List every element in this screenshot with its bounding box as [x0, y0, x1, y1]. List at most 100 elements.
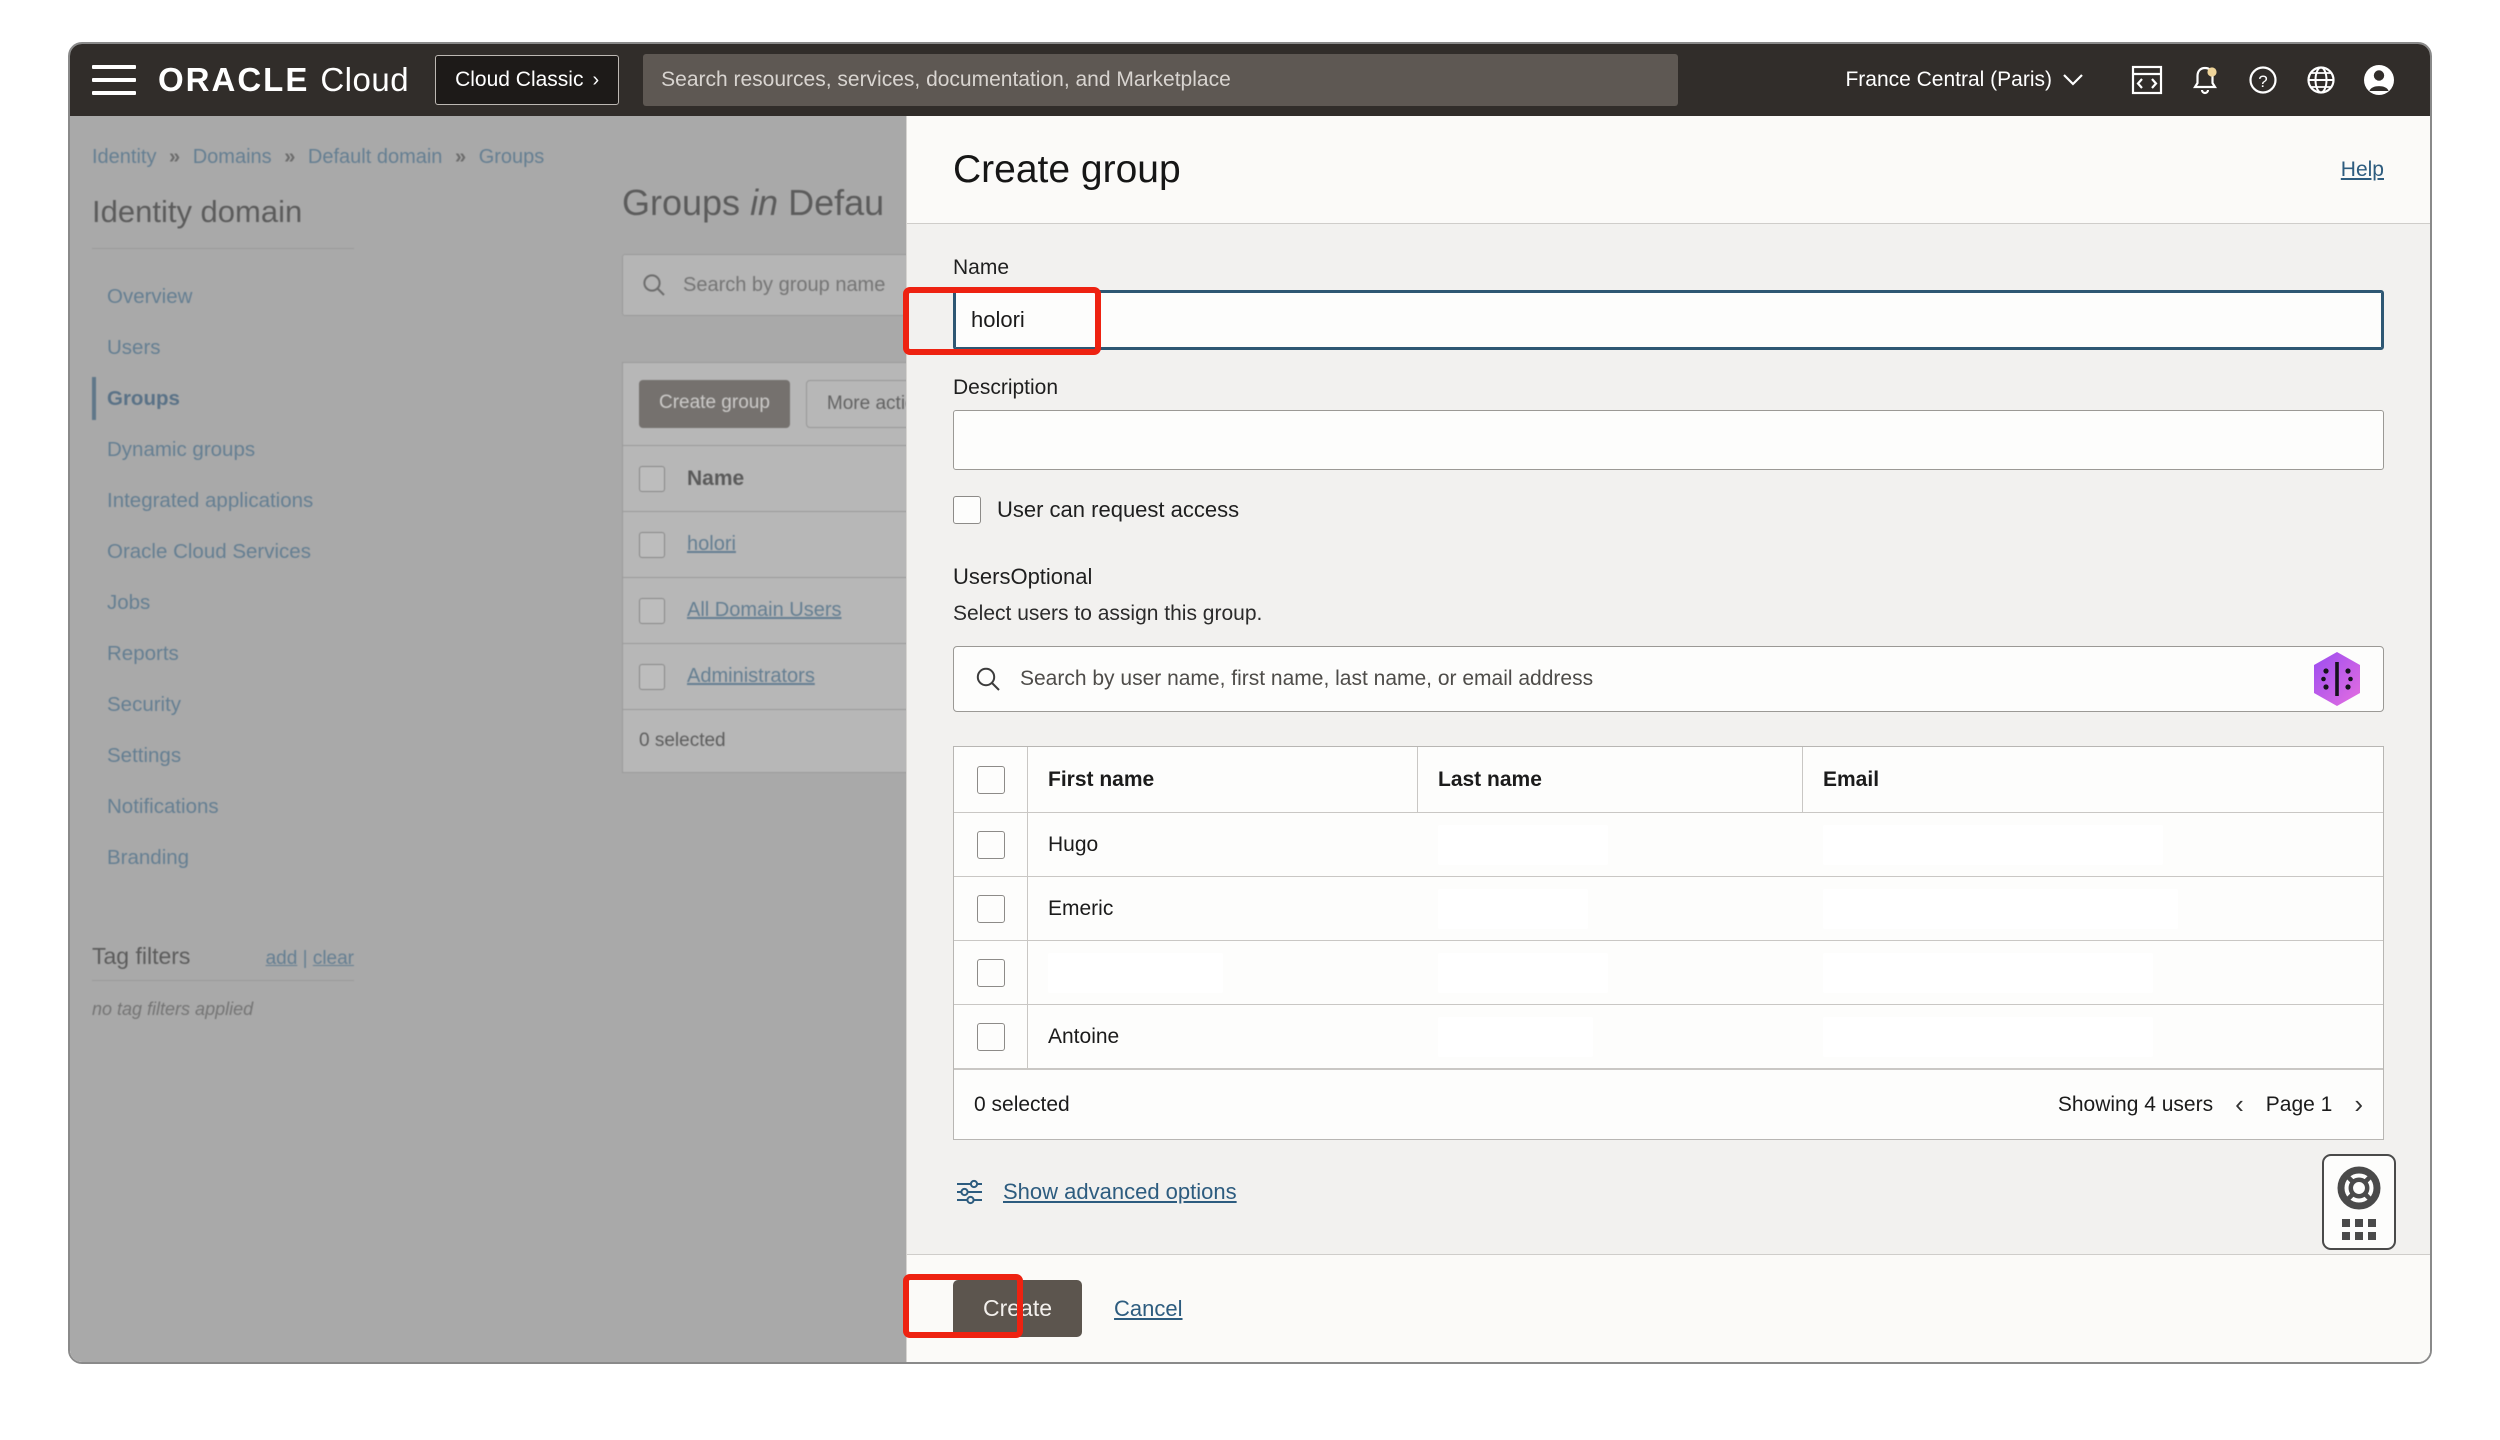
table-row[interactable]: [954, 941, 2383, 1005]
apps-grid-icon[interactable]: [2342, 1218, 2376, 1240]
global-header: ORACLE Cloud Cloud Classic › France Cent…: [70, 44, 2430, 116]
tag-filters-header: Tag filters add | clear: [92, 943, 354, 980]
help-question-icon[interactable]: ?: [2234, 51, 2292, 109]
user-avatar-icon[interactable]: [2350, 51, 2408, 109]
cancel-link[interactable]: Cancel: [1114, 1296, 1182, 1322]
create-group-panel: Create group Help Name Description User: [906, 116, 2430, 1362]
row-checkbox-cell[interactable]: [954, 877, 1028, 940]
table-row[interactable]: Antoine: [954, 1005, 2383, 1069]
row-checkbox-cell[interactable]: [954, 813, 1028, 876]
row-checkbox[interactable]: [639, 663, 665, 690]
description-label: Description: [953, 376, 1059, 399]
sidebar-item-jobs[interactable]: Jobs: [92, 577, 354, 628]
select-all-users-cell[interactable]: [954, 747, 1028, 812]
breadcrumb-item-domains[interactable]: Domains: [193, 146, 272, 168]
sidebar-item-reports[interactable]: Reports: [92, 628, 354, 679]
users-table-header: First name Last name Email: [954, 747, 2383, 813]
description-input[interactable]: [953, 410, 2384, 470]
identity-domain-sidebar: Identity domain Overview Users Groups Dy…: [92, 194, 354, 1020]
breadcrumb-item-groups[interactable]: Groups: [479, 146, 545, 168]
sidebar-item-oracle-cloud-services[interactable]: Oracle Cloud Services: [92, 526, 354, 577]
create-button[interactable]: Create: [953, 1280, 1083, 1337]
cloud-shell-icon[interactable]: [2118, 51, 2176, 109]
group-name-link[interactable]: All Domain Users: [687, 599, 841, 622]
cell-email: [1803, 877, 2383, 940]
region-selector[interactable]: France Central (Paris): [1845, 68, 2084, 92]
row-checkbox[interactable]: [976, 830, 1005, 859]
cell-first-name: Antoine: [1048, 1024, 1120, 1048]
next-page-icon[interactable]: ›: [2354, 1089, 2363, 1120]
cell-email: [1803, 941, 2383, 1004]
sidebar-item-integrated-applications[interactable]: Integrated applications: [92, 475, 354, 526]
prev-page-icon[interactable]: ‹: [2235, 1089, 2244, 1120]
row-checkbox-cell[interactable]: [954, 941, 1028, 1004]
background-page-content: Identity » Domains » Default domain » Gr…: [70, 116, 952, 1362]
sidebar-item-groups[interactable]: Groups: [92, 373, 354, 424]
help-widget[interactable]: [2322, 1154, 2396, 1250]
breadcrumb-separator: »: [455, 146, 467, 168]
user-can-request-access-checkbox[interactable]: [953, 496, 981, 524]
sidebar-item-dynamic-groups[interactable]: Dynamic groups: [92, 424, 354, 475]
users-section-label: UsersOptional: [953, 564, 2384, 590]
sidebar-item-users[interactable]: Users: [92, 322, 354, 373]
redacted-value: [1438, 888, 1588, 929]
show-advanced-options-link[interactable]: Show advanced options: [1003, 1179, 1237, 1205]
hamburger-icon[interactable]: [92, 65, 136, 95]
name-input[interactable]: [953, 290, 2384, 350]
notifications-bell-icon[interactable]: [2176, 51, 2234, 109]
page-title-italic: in: [750, 182, 779, 223]
dimmed-backdrop[interactable]: Identity » Domains » Default domain » Gr…: [70, 116, 952, 1362]
user-search-input[interactable]: [1020, 667, 2293, 691]
table-row[interactable]: Emeric: [954, 877, 2383, 941]
sidebar-item-branding[interactable]: Branding: [92, 832, 354, 883]
language-globe-icon[interactable]: [2292, 51, 2350, 109]
tag-filters-title: Tag filters: [92, 943, 191, 969]
cell-email: [1803, 813, 2383, 876]
table-row[interactable]: holori: [623, 511, 951, 577]
tag-filters-empty-note: no tag filters applied: [92, 999, 254, 1019]
holori-hex-badge-icon[interactable]: [2311, 651, 2363, 707]
browser-window: ORACLE Cloud Cloud Classic › France Cent…: [68, 42, 2432, 1364]
breadcrumb-item-identity[interactable]: Identity: [92, 146, 156, 168]
table-row[interactable]: All Domain Users: [623, 577, 951, 643]
user-can-request-access-row[interactable]: User can request access: [953, 496, 2384, 524]
sidebar-item-settings[interactable]: Settings: [92, 730, 354, 781]
svg-text:?: ?: [2258, 72, 2267, 91]
row-checkbox[interactable]: [639, 597, 665, 624]
sidebar-item-notifications[interactable]: Notifications: [92, 781, 354, 832]
groups-toolbar: Create group More actio: [623, 363, 951, 445]
group-name-link[interactable]: Administrators: [687, 665, 815, 688]
table-row[interactable]: Hugo: [954, 813, 2383, 877]
redacted-value: [1823, 1016, 2153, 1057]
select-all-checkbox[interactable]: [639, 465, 665, 492]
tag-filters-clear-link[interactable]: clear: [313, 948, 354, 969]
breadcrumb-separator: »: [284, 146, 296, 168]
row-checkbox-cell[interactable]: [954, 1005, 1028, 1068]
advanced-options-row[interactable]: Show advanced options: [953, 1176, 2384, 1208]
header-actions: France Central (Paris) ?: [1845, 51, 2408, 109]
cloud-classic-button[interactable]: Cloud Classic ›: [435, 55, 620, 105]
current-page-label: Page 1: [2265, 1092, 2333, 1116]
panel-title: Create group: [953, 147, 1181, 191]
panel-footer: Create Cancel: [907, 1254, 2430, 1362]
sidebar-item-security[interactable]: Security: [92, 679, 354, 730]
row-checkbox[interactable]: [639, 531, 665, 558]
global-search-input[interactable]: [643, 54, 1679, 106]
group-name-link[interactable]: holori: [687, 533, 736, 556]
help-link[interactable]: Help: [2341, 158, 2384, 182]
row-checkbox[interactable]: [976, 894, 1005, 923]
column-header-email: Email: [1823, 767, 1880, 791]
table-row[interactable]: Administrators: [623, 643, 951, 709]
breadcrumb-item-default-domain[interactable]: Default domain: [308, 146, 443, 168]
users-table: First name Last name Email Hugo Emeric A…: [953, 746, 2384, 1140]
row-checkbox[interactable]: [976, 958, 1005, 987]
oracle-cloud-logo[interactable]: ORACLE Cloud: [158, 61, 409, 99]
group-search-input[interactable]: Search by group name: [622, 254, 952, 316]
user-search-field[interactable]: [953, 646, 2384, 712]
users-section-subtitle: Select users to assign this group.: [953, 602, 1263, 625]
select-all-users-checkbox[interactable]: [976, 765, 1005, 794]
tag-filters-add-link[interactable]: add: [266, 948, 298, 969]
sidebar-item-overview[interactable]: Overview: [92, 271, 354, 322]
create-group-button[interactable]: Create group: [639, 380, 790, 428]
row-checkbox[interactable]: [976, 1022, 1005, 1051]
